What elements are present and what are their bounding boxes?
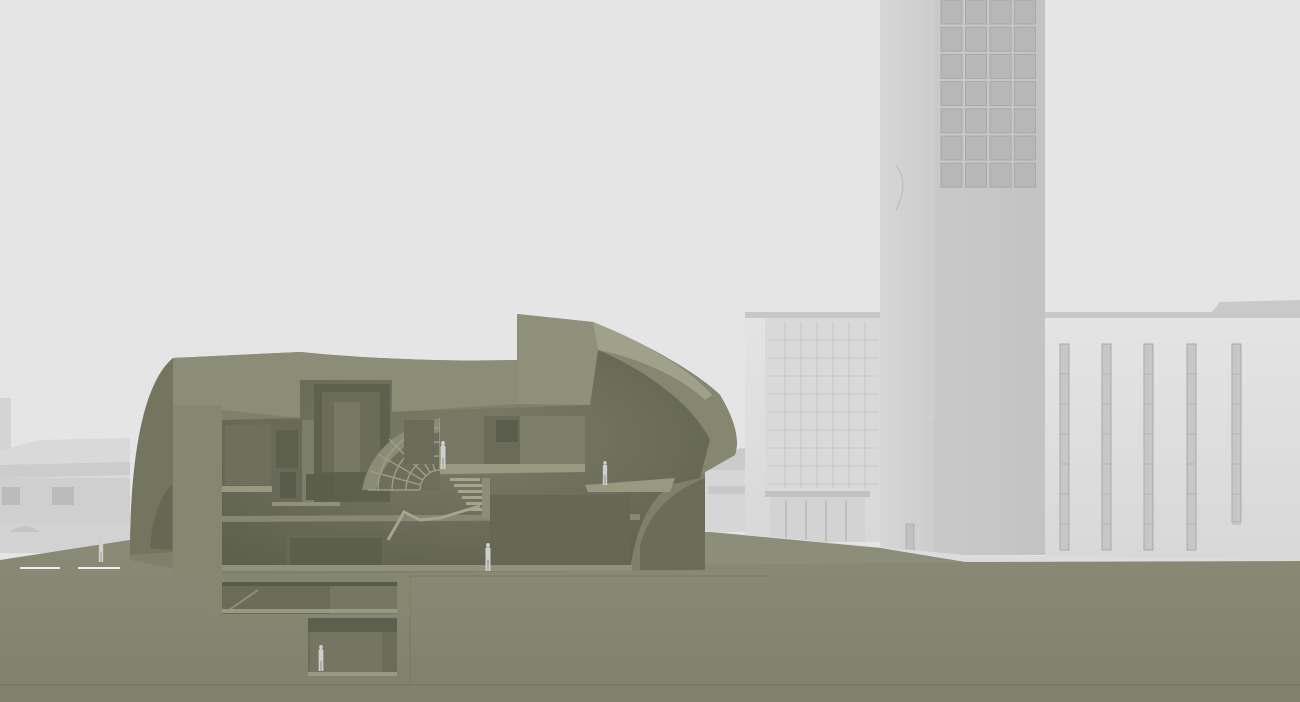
tower-glass-block [1014, 108, 1036, 134]
nave-window [1059, 343, 1070, 551]
tower-glass-block [940, 162, 963, 188]
nave-window [1101, 343, 1112, 551]
tower-glass-block [1014, 162, 1036, 188]
tower-glass-block [989, 0, 1012, 25]
nave-window [1231, 343, 1242, 523]
tower-glass-block [989, 135, 1012, 161]
tower-glass-block [1014, 135, 1036, 161]
tower-glass-block [965, 81, 987, 107]
tower-glass-block [965, 26, 987, 52]
tower-glass-block [965, 0, 987, 25]
tower-glass-block [1014, 0, 1036, 25]
tower-glass-block [965, 108, 987, 134]
tower-glass-block [1014, 53, 1036, 79]
tower-glass-block [965, 162, 987, 188]
tower-glass-block [989, 81, 1012, 107]
nave-window [1186, 343, 1197, 551]
tower-glass-block [1014, 81, 1036, 107]
tower-glass-block [940, 0, 963, 25]
tower-glass-block [965, 135, 987, 161]
tower-glass-block [989, 53, 1012, 79]
tower-glass-block [965, 53, 987, 79]
tower-glass-block [989, 162, 1012, 188]
church-bell-tower [880, 0, 1045, 555]
tower-glass-block [989, 26, 1012, 52]
tower-glass-block [940, 53, 963, 79]
tower-glass-block [940, 81, 963, 107]
tower-glass-block [940, 108, 963, 134]
nave-window [1143, 343, 1154, 551]
section-rendering [0, 0, 1300, 702]
tower-glass-block [1014, 26, 1036, 52]
tower-glass-block [940, 26, 963, 52]
tower-glass-block [989, 108, 1012, 134]
church-nave [1045, 300, 1300, 562]
tower-glass-block [940, 135, 963, 161]
